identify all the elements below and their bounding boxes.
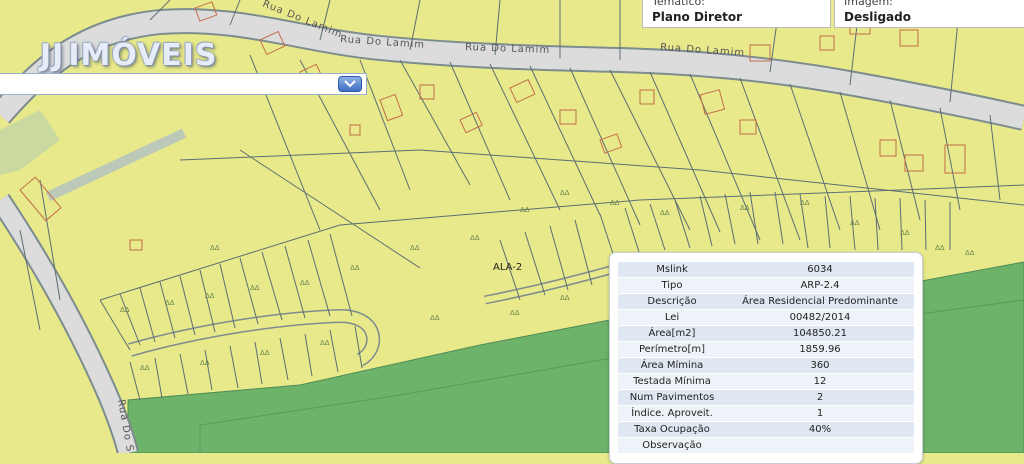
table-row: Índice. Aproveit. 1 (618, 406, 914, 421)
svg-text:ᐃᐃ: ᐃᐃ (560, 189, 570, 197)
svg-text:ᐃᐃ: ᐃᐃ (250, 284, 260, 292)
logo-wordmark: IMÓVEIS (68, 38, 218, 73)
attribute-key: Lei (618, 310, 726, 325)
table-row: Tipo ARP-2.4 (618, 278, 914, 293)
table-row: Observação (618, 438, 914, 453)
image-label: Imagem: (844, 0, 893, 8)
svg-text:ᐃᐃ: ᐃᐃ (350, 264, 360, 272)
svg-text:ᐃᐃ: ᐃᐃ (935, 244, 945, 252)
svg-text:ᐃᐃ: ᐃᐃ (210, 244, 220, 252)
svg-text:ᐃᐃ: ᐃᐃ (850, 219, 860, 227)
thematic-label: Temático: (652, 0, 705, 8)
svg-text:ᐃᐃ: ᐃᐃ (200, 359, 210, 367)
parcel-info-panel: Mslink 6034 Tipo ARP-2.4 Descrição Área Resid… (609, 252, 923, 464)
svg-text:ᐃᐃ: ᐃᐃ (300, 279, 310, 287)
attribute-value: 360 (726, 358, 914, 373)
attribute-key: Perímetro[m] (618, 342, 726, 357)
attribute-key: Num Pavimentos (618, 390, 726, 405)
table-row: Descrição Área Residencial Predominante (618, 294, 914, 309)
thematic-box: Temático: Plano Diretor (642, 0, 831, 28)
attribute-value: 12 (726, 374, 914, 389)
attribute-key: Descrição (618, 294, 726, 309)
attribute-key: Índice. Aproveit. (618, 406, 726, 421)
table-row: Área Mímina 360 (618, 358, 914, 373)
attribute-key: Tipo (618, 278, 726, 293)
attribute-value: 2 (726, 390, 914, 405)
svg-text:ᐃᐃ: ᐃᐃ (520, 206, 530, 214)
image-value[interactable]: Desligado (844, 10, 911, 24)
attribute-value: 1 (726, 406, 914, 421)
svg-text:ᐃᐃ: ᐃᐃ (965, 249, 975, 257)
svg-text:ᐃᐃ: ᐃᐃ (165, 299, 175, 307)
svg-text:ᐃᐃ: ᐃᐃ (120, 306, 130, 314)
table-row: Taxa Ocupação 40% (618, 422, 914, 437)
attribute-value: ARP-2.4 (726, 278, 914, 293)
logo-initials: JJ (40, 38, 65, 73)
svg-text:ᐃᐃ: ᐃᐃ (470, 234, 480, 242)
jj-imoveis-logo: JJ IMÓVEIS (40, 38, 218, 73)
table-row: Área[m2] 104850.21 (618, 326, 914, 341)
attribute-value: 1859.96 (726, 342, 914, 357)
svg-text:ᐃᐃ: ᐃᐃ (205, 292, 215, 300)
svg-text:ᐃᐃ: ᐃᐃ (320, 339, 330, 347)
attribute-key: Testada Mínima (618, 374, 726, 389)
attribute-key: Mslink (618, 262, 726, 277)
zone-code-label: ALA-2 (493, 262, 522, 273)
svg-text:ᐃᐃ: ᐃᐃ (260, 349, 270, 357)
parcel-attributes-table: Mslink 6034 Tipo ARP-2.4 Descrição Área Resid… (618, 261, 914, 454)
table-row: Testada Mínima 12 (618, 374, 914, 389)
thematic-value[interactable]: Plano Diretor (652, 10, 742, 24)
attribute-key: Área Mímina (618, 358, 726, 373)
attribute-value: 40% (726, 422, 914, 437)
table-row: Num Pavimentos 2 (618, 390, 914, 405)
attribute-value (726, 438, 914, 453)
attribute-key: Observação (618, 438, 726, 453)
svg-text:ᐃᐃ: ᐃᐃ (800, 199, 810, 207)
svg-text:ᐃᐃ: ᐃᐃ (660, 209, 670, 217)
attribute-value: 00482/2014 (726, 310, 914, 325)
svg-text:ᐃᐃ: ᐃᐃ (610, 199, 620, 207)
table-row: Lei 00482/2014 (618, 310, 914, 325)
chevron-down-icon[interactable] (338, 76, 362, 92)
attribute-key: Taxa Ocupação (618, 422, 726, 437)
svg-text:ᐃᐃ: ᐃᐃ (740, 204, 750, 212)
attribute-value: Área Residencial Predominante (726, 294, 914, 309)
svg-text:ᐃᐃ: ᐃᐃ (410, 244, 420, 252)
svg-text:ᐃᐃ: ᐃᐃ (430, 314, 440, 322)
table-row: Perímetro[m] 1859.96 (618, 342, 914, 357)
layer-selector-dropdown[interactable] (0, 73, 367, 95)
attribute-key: Área[m2] (618, 326, 726, 341)
svg-text:ᐃᐃ: ᐃᐃ (510, 309, 520, 317)
table-row: Mslink 6034 (618, 262, 914, 277)
svg-text:ᐃᐃ: ᐃᐃ (140, 364, 150, 372)
image-box: Imagem: Desligado (834, 0, 1024, 28)
svg-text:ᐃᐃ: ᐃᐃ (900, 229, 910, 237)
attribute-value: 6034 (726, 262, 914, 277)
svg-text:ᐃᐃ: ᐃᐃ (560, 294, 570, 302)
attribute-value: 104850.21 (726, 326, 914, 341)
